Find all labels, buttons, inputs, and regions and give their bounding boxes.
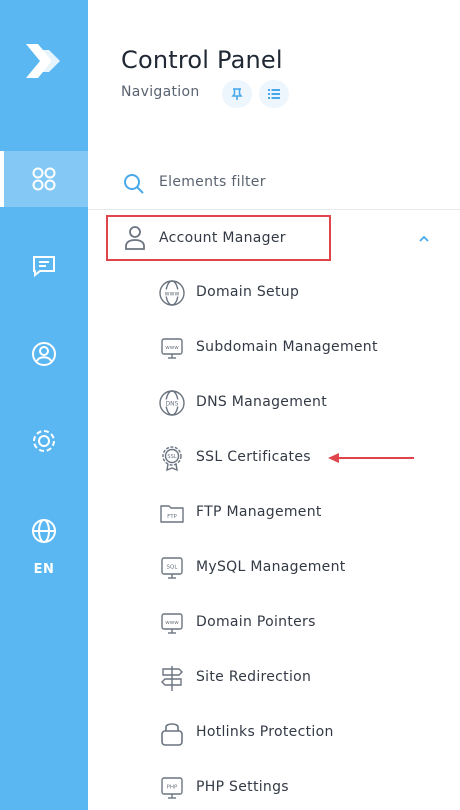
list-view-button[interactable] <box>259 80 289 108</box>
svg-text:FTP: FTP <box>167 514 177 520</box>
item-label: MySQL Management <box>196 559 346 575</box>
item-label: Domain Setup <box>196 284 300 300</box>
list-item-mysql-management[interactable]: SQL MySQL Management <box>158 548 448 588</box>
dns-globe-icon: DNS <box>158 389 186 417</box>
user-icon <box>125 226 145 250</box>
item-label: DNS Management <box>196 394 328 410</box>
section-label: Account Manager <box>159 230 286 246</box>
list-item-domain-pointers[interactable]: www Domain Pointers <box>158 603 448 643</box>
list-item-domain-setup[interactable]: www Domain Setup <box>158 273 448 313</box>
item-label: Site Redirection <box>196 669 312 685</box>
sql-monitor-icon: SQL <box>158 554 186 582</box>
list-item-hotlinks-protection[interactable]: Hotlinks Protection <box>158 713 448 753</box>
svg-text:www: www <box>165 345 179 351</box>
svg-text:SQL: SQL <box>167 565 179 571</box>
item-label: PHP Settings <box>196 779 289 795</box>
www-globe-icon: www <box>158 279 186 307</box>
svg-text:PHP: PHP <box>167 785 178 791</box>
chat-icon <box>33 256 55 278</box>
svg-text:www: www <box>165 620 179 626</box>
pin-icon <box>231 88 243 100</box>
svg-text:DNS: DNS <box>166 401 179 408</box>
globe-icon <box>32 519 56 543</box>
item-label: SSL Certificates <box>196 449 311 465</box>
section-header-account-manager[interactable]: Account Manager <box>106 215 331 261</box>
list-icon <box>268 89 280 99</box>
www-monitor-icon: www <box>158 334 186 362</box>
list-item-site-redirection[interactable]: Site Redirection <box>158 658 448 698</box>
php-monitor-icon: PHP <box>158 774 186 802</box>
search-input[interactable]: Elements filter <box>159 174 266 190</box>
page-title: Control Panel <box>121 46 283 74</box>
rail-item-language[interactable] <box>0 503 88 559</box>
rail-item-messages[interactable] <box>0 238 88 294</box>
svg-text:www: www <box>165 291 180 298</box>
logo-icon[interactable] <box>22 38 64 84</box>
list-item-subdomain-management[interactable]: www Subdomain Management <box>158 328 448 368</box>
list-item-ftp-management[interactable]: FTP FTP Management <box>158 493 448 533</box>
side-rail: EN <box>0 0 88 810</box>
item-label: Subdomain Management <box>196 339 378 355</box>
chevron-up-icon[interactable] <box>418 234 430 244</box>
lock-icon <box>158 719 186 747</box>
elements-filter[interactable]: Elements filter <box>88 160 460 210</box>
svg-text:SSL: SSL <box>167 454 176 460</box>
list-item-dns-management[interactable]: DNS DNS Management <box>158 383 448 423</box>
rail-item-apps[interactable] <box>0 151 88 207</box>
list-item-php-settings[interactable]: PHP PHP Settings <box>158 768 448 808</box>
item-label: Domain Pointers <box>196 614 316 630</box>
user-circle-icon <box>32 342 56 366</box>
ftp-folder-icon: FTP <box>158 499 186 527</box>
apps-grid-icon <box>32 167 56 191</box>
www-monitor-icon: www <box>158 609 186 637</box>
ssl-badge-icon: SSL <box>158 444 186 472</box>
item-label: Hotlinks Protection <box>196 724 334 740</box>
search-icon <box>124 174 144 194</box>
rail-item-settings[interactable] <box>0 413 88 469</box>
signpost-icon <box>158 664 186 692</box>
panel-subtitle: Navigation <box>121 84 200 100</box>
language-label[interactable]: EN <box>0 562 88 577</box>
rail-item-account[interactable] <box>0 326 88 382</box>
pin-button[interactable] <box>222 80 252 108</box>
annotation-arrow-icon <box>328 453 414 463</box>
navigation-panel: Control Panel Navigation Elements filter… <box>88 0 460 810</box>
settings-gear-icon <box>33 430 55 452</box>
item-label: FTP Management <box>196 504 322 520</box>
